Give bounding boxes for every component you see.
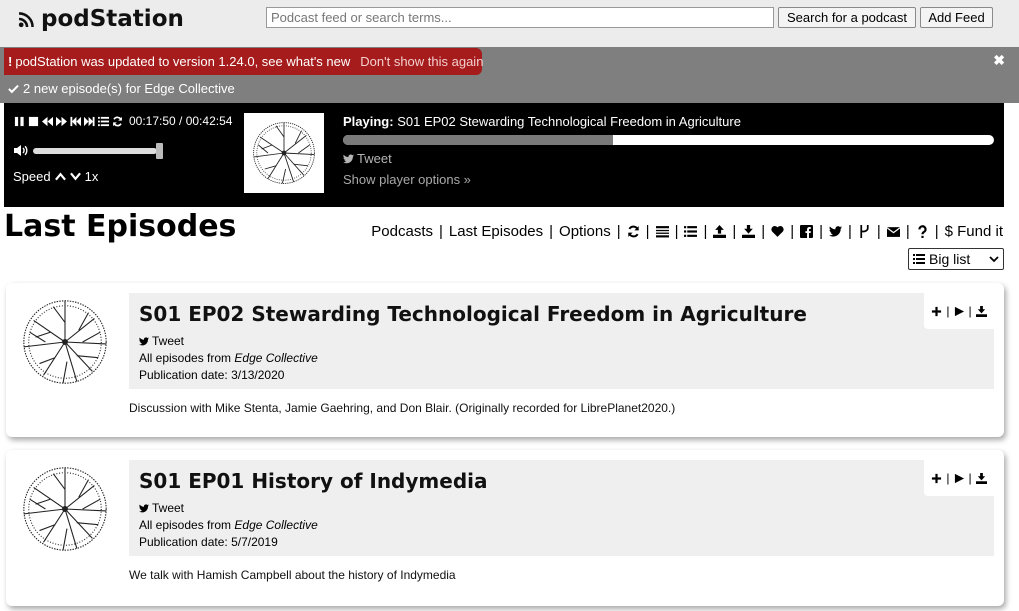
episode-header: S01 EP01 History of Indymedia Tweet All … — [129, 460, 994, 556]
pause-icon[interactable] — [14, 116, 25, 127]
app-title: podStation — [41, 6, 184, 32]
previous-icon[interactable] — [70, 116, 81, 127]
time-display: 00:17:50 / 00:42:54 — [129, 114, 233, 128]
fund-it-link[interactable]: $ Fund it — [945, 223, 1003, 240]
page-title: Last Episodes — [4, 209, 237, 244]
notification-area: ! podStation was updated to version 1.24… — [0, 47, 1019, 103]
chevron-down-icon — [989, 255, 999, 262]
episode-publication-date: Publication date: 5/7/2019 — [139, 535, 278, 549]
episode-podcast-name[interactable]: Edge Collective — [234, 351, 317, 365]
play-icon[interactable] — [954, 306, 965, 317]
facebook-icon[interactable] — [800, 225, 814, 238]
speed-control: Speed 1x — [13, 169, 98, 184]
episode-podcast-name[interactable]: Edge Collective — [234, 518, 317, 532]
show-player-options-link[interactable]: Show player options » — [343, 172, 471, 187]
list-icon — [913, 254, 925, 264]
episode-description: Discussion with Mike Stenta, Jamie Gaehr… — [129, 401, 676, 415]
player-tweet-link[interactable]: Tweet — [343, 151, 392, 166]
episode-from-label: All episodes from — [139, 351, 232, 365]
view-mode-select[interactable]: Big list — [908, 248, 1004, 270]
twitter-icon[interactable] — [829, 225, 842, 238]
search-input[interactable] — [266, 7, 774, 28]
player-controls: 00:17:50 / 00:42:54 — [14, 114, 232, 128]
episode-podcast-link[interactable]: All episodes from Edge Collective — [139, 351, 318, 365]
twitter-icon — [139, 336, 149, 345]
main-nav: Podcasts | Last Episodes | Options | | |… — [371, 223, 1003, 240]
playback-progress-bar[interactable] — [343, 135, 994, 145]
episode-actions: | | — [924, 460, 994, 496]
episode-title[interactable]: S01 EP02 Stewarding Technological Freedo… — [139, 302, 807, 326]
download-icon[interactable] — [975, 472, 987, 484]
git-icon[interactable] — [858, 225, 871, 238]
episode-tweet-label: Tweet — [152, 334, 185, 348]
twitter-icon — [139, 503, 149, 512]
playing-title: S01 EP02 Stewarding Technological Freedo… — [397, 114, 741, 129]
stop-icon[interactable] — [28, 116, 39, 127]
plus-icon[interactable] — [931, 473, 942, 484]
search-podcast-button[interactable]: Search for a podcast — [778, 7, 916, 28]
playback-progress-fill — [343, 135, 614, 145]
close-icon[interactable]: ✖ — [993, 52, 1005, 69]
episode-tweet-link[interactable]: Tweet — [139, 334, 184, 348]
mail-icon[interactable] — [886, 225, 900, 238]
episode-description: We talk with Hamish Campbell about the h… — [129, 568, 456, 582]
now-playing: Playing: S01 EP02 Stewarding Technologic… — [343, 114, 741, 129]
episode-actions: | | — [924, 293, 994, 329]
playlist-icon[interactable] — [98, 116, 109, 127]
episode-cover-image[interactable] — [16, 460, 114, 558]
nav-options-link[interactable]: Options — [559, 223, 611, 240]
chevron-up-icon[interactable] — [54, 172, 66, 181]
view-mode-value: Big list — [929, 251, 971, 267]
episode-card: S01 EP01 History of Indymedia Tweet All … — [6, 450, 1004, 606]
episode-header: S01 EP02 Stewarding Technological Freedo… — [129, 293, 994, 389]
audio-player: 00:17:50 / 00:42:54 Speed 1x Playing: S0… — [4, 103, 1004, 207]
episode-title[interactable]: S01 EP01 History of Indymedia — [139, 469, 488, 493]
speed-value: 1x — [84, 169, 99, 184]
upload-icon[interactable] — [713, 225, 727, 238]
volume-icon[interactable] — [13, 144, 29, 157]
player-tweet-label: Tweet — [357, 151, 392, 166]
dont-show-again-link[interactable]: Don't show this again — [360, 54, 483, 69]
new-episodes-notice: 2 new episode(s) for Edge Collective — [8, 81, 235, 96]
episode-from-label: All episodes from — [139, 518, 232, 532]
app-logo: podStation — [18, 6, 184, 32]
nav-last-episodes-link[interactable]: Last Episodes — [449, 223, 543, 240]
episode-card: S01 EP02 Stewarding Technological Freedo… — [6, 283, 1004, 437]
episode-podcast-link[interactable]: All episodes from Edge Collective — [139, 518, 318, 532]
speed-label: Speed — [13, 169, 51, 184]
download-icon[interactable] — [975, 305, 987, 317]
episode-tweet-link[interactable]: Tweet — [139, 501, 184, 515]
list-icon[interactable] — [684, 225, 698, 238]
big-list-icon[interactable] — [655, 225, 669, 238]
chevron-down-icon[interactable] — [69, 172, 81, 181]
episode-publication-date: Publication date: 3/13/2020 — [139, 368, 285, 382]
playing-label: Playing: — [343, 114, 394, 129]
forward-icon[interactable] — [56, 116, 67, 127]
update-notice: ! podStation was updated to version 1.24… — [4, 48, 483, 75]
volume-slider[interactable] — [33, 142, 163, 159]
new-episodes-text: 2 new episode(s) for Edge Collective — [23, 81, 235, 96]
question-icon[interactable] — [916, 225, 929, 238]
download-icon[interactable] — [742, 225, 756, 238]
heart-icon[interactable] — [771, 225, 784, 238]
episode-cover-image[interactable] — [16, 293, 114, 391]
rewind-icon[interactable] — [42, 116, 53, 127]
volume-slider-handle[interactable] — [156, 142, 163, 159]
rss-icon — [18, 11, 34, 27]
refresh-icon[interactable] — [627, 225, 640, 238]
exclamation-icon: ! — [8, 54, 13, 69]
update-text[interactable]: podStation was updated to version 1.24.0… — [15, 54, 350, 69]
nav-podcasts-link[interactable]: Podcasts — [371, 223, 433, 240]
twitter-icon — [343, 154, 354, 163]
plus-icon[interactable] — [931, 306, 942, 317]
add-feed-button[interactable]: Add Feed — [920, 7, 993, 28]
episode-tweet-label: Tweet — [152, 501, 185, 515]
top-bar: podStation Search for a podcast Add Feed — [0, 0, 1019, 47]
volume-control — [13, 142, 163, 159]
loop-icon[interactable] — [112, 116, 123, 127]
next-icon[interactable] — [84, 116, 95, 127]
check-icon — [8, 84, 19, 94]
play-icon[interactable] — [954, 473, 965, 484]
podcast-cover-image — [244, 113, 324, 193]
